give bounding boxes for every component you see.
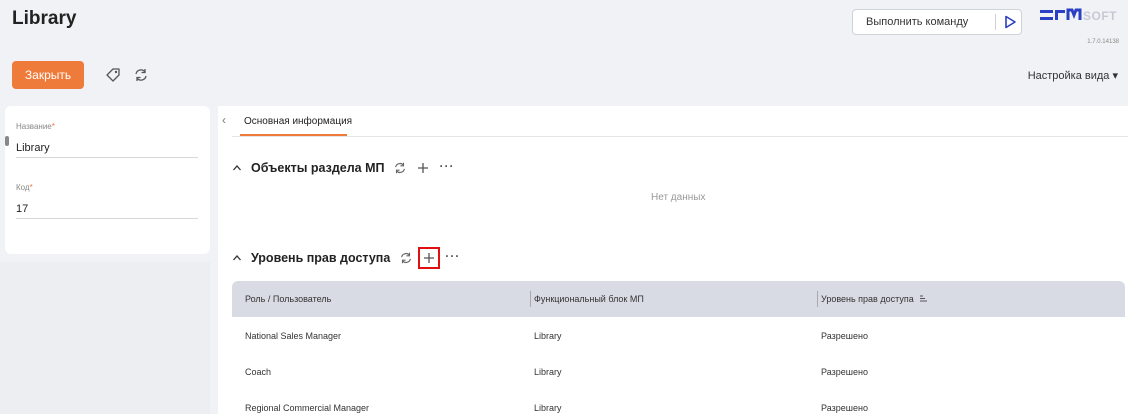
collapse-left-panel-button[interactable]: ‹: [222, 113, 226, 127]
command-input[interactable]: Выполнить команду: [852, 9, 1022, 35]
refresh-icon[interactable]: [393, 161, 407, 175]
command-placeholder: Выполнить команду: [866, 16, 969, 28]
table-row[interactable]: National Sales Manager Library Разрешено: [232, 320, 1125, 352]
chevron-up-icon[interactable]: [232, 163, 242, 173]
more-dots-icon[interactable]: ···: [439, 159, 454, 173]
bpmsoft-logo: SOFT: [1040, 8, 1117, 23]
code-field[interactable]: 17: [16, 203, 28, 215]
cell-block: Library: [534, 403, 562, 413]
refresh-icon[interactable]: [399, 251, 413, 265]
cell-role: Coach: [245, 367, 272, 377]
cell-access-level: Разрешено: [821, 367, 868, 377]
code-field-underline: [16, 218, 198, 219]
name-field-label: Название*: [16, 122, 55, 131]
table-row[interactable]: Regional Commercial Manager Library Разр…: [232, 392, 1125, 414]
chevron-up-icon[interactable]: [232, 253, 242, 263]
left-panel-background: [0, 262, 210, 414]
page-title: Library: [12, 8, 77, 29]
column-header-access-level[interactable]: Уровень прав доступа: [821, 294, 928, 304]
close-button[interactable]: Закрыть: [12, 61, 84, 89]
refresh-icon[interactable]: [133, 67, 149, 83]
view-settings-dropdown[interactable]: Настройка вида ▾: [1028, 69, 1118, 82]
tab-divider: [232, 136, 1128, 137]
cell-access-level: Разрешено: [821, 403, 868, 413]
section-access-title: Уровень прав доступа: [251, 251, 391, 265]
panel-resize-handle[interactable]: [5, 136, 9, 146]
play-triangle-icon[interactable]: [1002, 15, 1018, 29]
tag-icon[interactable]: [105, 67, 121, 83]
version-label: 1.7.0.14138: [1087, 39, 1119, 45]
more-dots-icon[interactable]: ···: [445, 249, 460, 263]
section-objects-title: Объекты раздела МП: [251, 161, 385, 175]
sort-icon[interactable]: [919, 294, 928, 303]
cell-block: Library: [534, 367, 562, 377]
cell-block: Library: [534, 331, 562, 341]
plus-icon[interactable]: [418, 247, 441, 269]
section-objects-header: Объекты раздела МП ···: [232, 159, 454, 175]
cell-access-level: Разрешено: [821, 331, 868, 341]
tab-main-info[interactable]: Основная информация: [244, 116, 352, 127]
name-field[interactable]: Library: [16, 142, 50, 154]
cell-role: Regional Commercial Manager: [245, 403, 370, 413]
section-access-header: Уровень прав доступа ···: [232, 247, 460, 269]
plus-icon[interactable]: [416, 161, 430, 175]
access-grid-header: Роль / Пользователь Функциональный блок …: [232, 281, 1125, 317]
column-header-block[interactable]: Функциональный блок МП: [534, 294, 644, 304]
column-divider[interactable]: [530, 291, 531, 307]
cell-role: National Sales Manager: [245, 331, 342, 341]
svg-text:SOFT: SOFT: [1083, 9, 1117, 23]
empty-state-text: Нет данных: [651, 192, 706, 203]
name-field-underline: [16, 157, 198, 158]
code-field-label: Код*: [16, 183, 33, 192]
column-divider[interactable]: [817, 291, 818, 307]
column-header-role[interactable]: Роль / Пользователь: [245, 294, 331, 304]
table-row[interactable]: Coach Library Разрешено: [232, 356, 1125, 388]
command-divider: [995, 14, 996, 30]
